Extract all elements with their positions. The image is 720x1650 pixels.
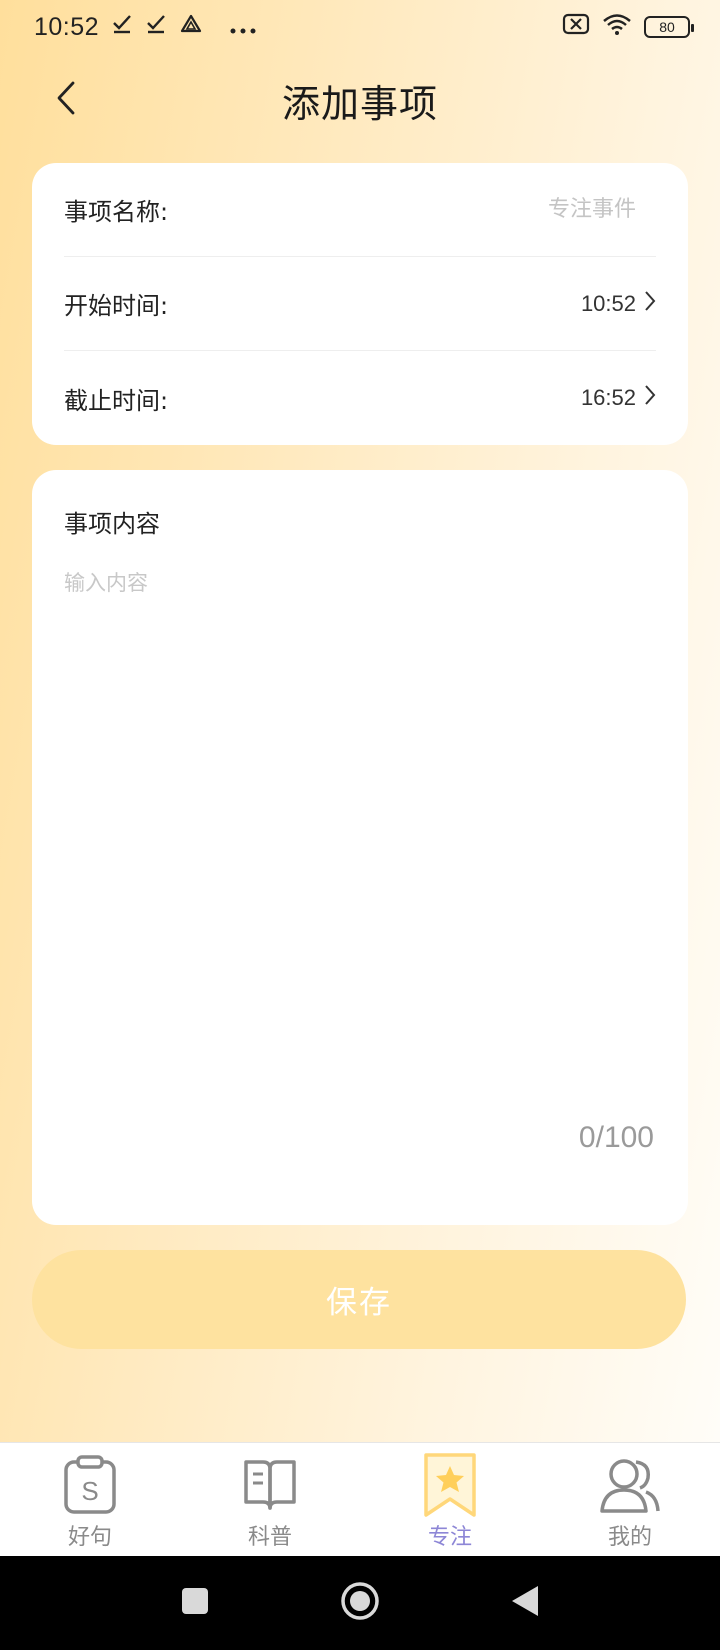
back-nav-button[interactable] [510, 1584, 540, 1622]
tab-science[interactable]: 科普 [180, 1443, 360, 1556]
drive-icon [179, 13, 203, 41]
battery-icon: 80 [644, 16, 694, 38]
start-time-label: 开始时间: [64, 292, 169, 320]
check-download-icon [111, 13, 133, 41]
end-time-value: 16:52 [580, 385, 636, 410]
content-card: 事项内容 0/100 [32, 470, 688, 1225]
tab-bar: S 好句 科普 专注 我的 [0, 1442, 720, 1556]
tab-mine[interactable]: 我的 [540, 1443, 720, 1556]
start-time-row[interactable]: 开始时间: 10:52 [64, 257, 656, 351]
status-time: 10:52 [34, 12, 100, 41]
name-label: 事项名称: [64, 198, 169, 226]
end-time-label: 截止时间: [64, 386, 169, 415]
check-download-icon [145, 13, 167, 41]
content-title: 事项内容 [64, 510, 160, 538]
recent-apps-button[interactable] [180, 1586, 210, 1620]
chevron-right-icon [644, 384, 656, 412]
header: 添加事项 [0, 62, 720, 138]
status-bar: 10:52 80 [0, 0, 720, 54]
more-dots-icon [229, 13, 257, 41]
back-button[interactable] [46, 80, 86, 120]
tab-label: 好句 [67, 1525, 112, 1550]
tab-label: 专注 [427, 1525, 472, 1550]
save-button[interactable]: 保存 [32, 1250, 686, 1349]
content-textarea[interactable] [64, 567, 656, 1087]
page-title: 添加事项 [281, 81, 438, 126]
home-button[interactable] [340, 1581, 380, 1625]
users-icon [600, 1453, 660, 1517]
sim-off-icon [562, 13, 590, 41]
svg-text:S: S [81, 1476, 98, 1506]
start-time-value: 10:52 [580, 290, 636, 316]
tab-focus[interactable]: 专注 [360, 1443, 540, 1556]
chevron-left-icon [55, 80, 77, 120]
form-card: 事项名称: 开始时间: 10:52 截止时间: 16:52 [32, 163, 688, 445]
system-nav-bar [0, 1556, 720, 1650]
bookmark-star-icon [420, 1453, 480, 1517]
open-book-icon [240, 1453, 300, 1517]
name-row: 事项名称: [64, 163, 656, 257]
name-input[interactable] [356, 197, 656, 222]
tab-good-sentences[interactable]: S 好句 [0, 1443, 180, 1556]
end-time-row[interactable]: 截止时间: 16:52 [64, 351, 656, 445]
wifi-icon [602, 13, 632, 41]
char-counter: 0/100 [578, 1121, 654, 1154]
tab-label: 科普 [247, 1525, 292, 1550]
chevron-right-icon [644, 290, 656, 318]
clipboard-s-icon: S [60, 1453, 120, 1517]
tab-label: 我的 [607, 1525, 652, 1550]
